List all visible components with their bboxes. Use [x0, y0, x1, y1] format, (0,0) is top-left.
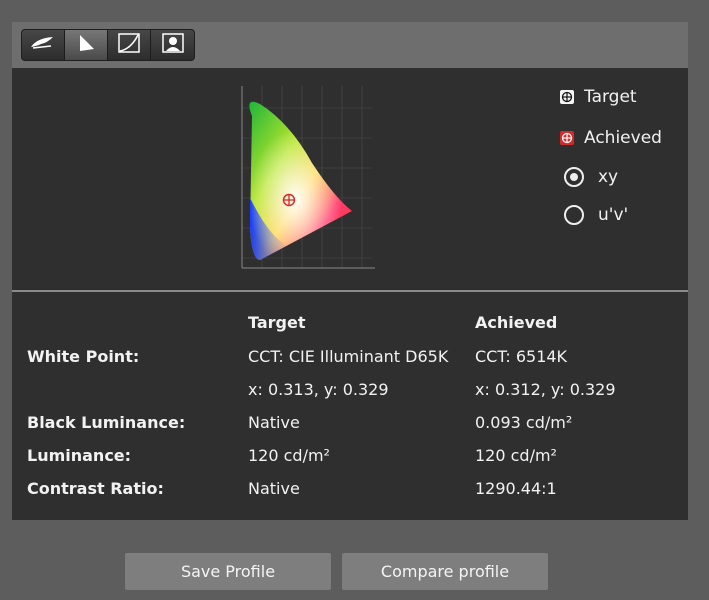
row-label: Luminance:	[27, 446, 132, 465]
section-divider	[12, 290, 688, 292]
gamut-chart-area: Target Achieved xy u'v'	[12, 68, 688, 290]
triangle-gamut-icon	[75, 33, 97, 57]
triangle-gamut-button[interactable]	[65, 30, 108, 60]
row-label: White Point:	[27, 347, 140, 366]
row-achieved-value: 120 cd/m²	[475, 446, 557, 465]
achieved-marker-icon	[282, 193, 296, 207]
profile-image-button[interactable]	[151, 30, 194, 60]
row-achieved-value: 0.093 cd/m²	[475, 413, 573, 432]
row-label: Black Luminance:	[27, 413, 186, 432]
tone-curve-button[interactable]	[108, 30, 151, 60]
table-row: White Point: CCT: CIE Illuminant D65K CC…	[12, 347, 688, 380]
table-row: Contrast Ratio: Native 1290.44:1	[12, 479, 688, 512]
row-achieved-value: CCT: 6514K	[475, 347, 568, 366]
gamut-curve-button[interactable]	[22, 30, 65, 60]
row-target-value: CCT: CIE Illuminant D65K	[248, 347, 449, 366]
legend-achieved: Achieved	[560, 117, 688, 158]
row-achieved-value: 1290.44:1	[475, 479, 557, 498]
radio-uv-label: u'v'	[598, 205, 629, 225]
profile-image-icon	[161, 32, 185, 58]
toolbar	[12, 22, 688, 68]
tone-curve-icon	[117, 32, 141, 58]
achieved-legend-icon	[560, 130, 574, 145]
radio-xy-indicator[interactable]	[564, 167, 584, 187]
gamut-curve-icon	[27, 34, 59, 56]
radio-xy[interactable]: xy	[560, 158, 688, 196]
calibration-results-panel: Target Achieved xy u'v' Target Achieved …	[12, 22, 688, 520]
view-mode-toggle	[21, 29, 195, 61]
row-label: Contrast Ratio:	[27, 479, 164, 498]
row-target-value: x: 0.313, y: 0.329	[248, 380, 389, 399]
achieved-column-header: Achieved	[475, 313, 558, 332]
legend-achieved-label: Achieved	[584, 127, 662, 148]
table-row: x: 0.313, y: 0.329 x: 0.312, y: 0.329	[12, 380, 688, 413]
row-target-value: Native	[248, 479, 300, 498]
compare-profile-button[interactable]: Compare profile	[342, 553, 548, 590]
table-row: Black Luminance: Native 0.093 cd/m²	[12, 413, 688, 446]
row-achieved-value: x: 0.312, y: 0.329	[475, 380, 616, 399]
chart-legend: Target Achieved xy u'v'	[560, 76, 688, 234]
target-column-header: Target	[248, 313, 306, 332]
legend-target: Target	[560, 76, 688, 117]
target-marker-icon	[560, 89, 574, 104]
save-profile-button[interactable]: Save Profile	[125, 553, 331, 590]
legend-target-label: Target	[584, 86, 637, 107]
radio-uv[interactable]: u'v'	[560, 196, 688, 234]
cie-gamut-diagram	[230, 78, 390, 292]
table-header-row: Target Achieved	[12, 313, 688, 346]
row-target-value: 120 cd/m²	[248, 446, 330, 465]
radio-uv-indicator[interactable]	[564, 205, 584, 225]
radio-xy-label: xy	[598, 167, 619, 187]
row-target-value: Native	[248, 413, 300, 432]
table-row: Luminance: 120 cd/m² 120 cd/m²	[12, 446, 688, 479]
